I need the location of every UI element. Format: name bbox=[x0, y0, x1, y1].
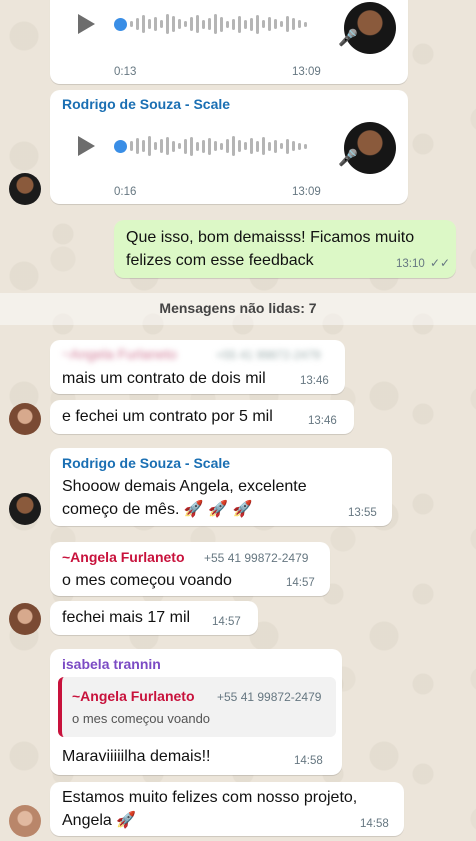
message-text: mais um contrato de dois mil bbox=[62, 370, 266, 387]
message-text: Shooow demais Angela, excelente bbox=[62, 478, 307, 495]
rodrigo-avatar[interactable] bbox=[9, 493, 41, 525]
sender-name[interactable]: ~Angela Furlaneto bbox=[62, 346, 177, 362]
incoming-message[interactable]: Rodrigo de Souza - Scale Shooow demais A… bbox=[50, 448, 392, 526]
isabela-avatar[interactable] bbox=[9, 805, 41, 837]
message-text: Que isso, bom demaisss! Ficamos muito bbox=[126, 229, 415, 246]
sender-name[interactable]: Rodrigo de Souza - Scale bbox=[62, 455, 230, 471]
message-text: Estamos muito felizes com nosso projeto, bbox=[62, 789, 358, 806]
message-time: 13:09 bbox=[292, 66, 321, 78]
mic-icon: 🎤 bbox=[338, 30, 358, 47]
incoming-message[interactable]: Estamos muito felizes com nosso projeto,… bbox=[50, 782, 404, 836]
message-time: 13:09 bbox=[292, 186, 321, 198]
rodrigo-avatar[interactable] bbox=[9, 173, 41, 205]
message-text: o mes começou voando bbox=[62, 572, 232, 589]
audio-progress-dot[interactable] bbox=[114, 140, 127, 153]
incoming-message[interactable]: ~Angela Furlaneto +55 41 99872-2479 o me… bbox=[50, 542, 330, 596]
audio-duration: 0:16 bbox=[114, 186, 137, 198]
unread-label: Mensagens não lidas: 7 bbox=[159, 300, 317, 316]
message-text: e fechei um contrato por 5 mil bbox=[62, 408, 273, 425]
message-time: 13:46 bbox=[308, 415, 337, 427]
incoming-message[interactable]: isabela trannin ~Angela Furlaneto +55 41… bbox=[50, 649, 342, 775]
incoming-message[interactable]: fechei mais 17 mil 14:57 bbox=[50, 601, 258, 635]
audio-message-2[interactable]: Rodrigo de Souza - Scale 0:16 13:09 🎤 bbox=[50, 90, 408, 204]
incoming-message[interactable]: ~Angela Furlaneto +55 41 99872-2479 mais… bbox=[50, 340, 345, 394]
quote-sender-phone: +55 41 99872-2479 bbox=[217, 690, 322, 704]
message-text: Maraviiiiilha demais!! bbox=[62, 748, 211, 765]
sender-name[interactable]: Rodrigo de Souza - Scale bbox=[62, 96, 230, 112]
audio-waveform[interactable] bbox=[130, 12, 307, 36]
play-icon[interactable] bbox=[78, 136, 95, 156]
message-time: 14:57 bbox=[286, 577, 315, 589]
message-time: 14:57 bbox=[212, 616, 241, 628]
quoted-message[interactable]: ~Angela Furlaneto +55 41 99872-2479 o me… bbox=[58, 677, 336, 737]
message-text: começo de mês. 🚀 🚀 🚀 bbox=[62, 501, 253, 518]
sender-phone: +55 41 99872-2479 bbox=[216, 348, 321, 362]
audio-waveform[interactable] bbox=[130, 134, 307, 158]
double-check-icon: ✓✓ bbox=[430, 256, 451, 270]
sender-phone: +55 41 99872-2479 bbox=[204, 551, 309, 565]
sender-name[interactable]: isabela trannin bbox=[62, 656, 161, 672]
audio-progress-dot[interactable] bbox=[114, 18, 127, 31]
outgoing-message[interactable]: Que isso, bom demaisss! Ficamos muito fe… bbox=[114, 220, 456, 278]
angela-avatar[interactable] bbox=[9, 603, 41, 635]
message-text: felizes com esse feedback bbox=[126, 252, 314, 269]
message-text: Angela 🚀 bbox=[62, 812, 137, 829]
mic-icon: 🎤 bbox=[338, 150, 358, 167]
angela-avatar[interactable] bbox=[9, 403, 41, 435]
incoming-message[interactable]: e fechei um contrato por 5 mil 13:46 bbox=[50, 400, 354, 434]
audio-message-1[interactable]: 0:13 13:09 🎤 bbox=[50, 0, 408, 84]
message-time: 13:46 bbox=[300, 375, 329, 387]
message-time: 13:10 bbox=[396, 258, 425, 270]
quote-text: o mes começou voando bbox=[72, 711, 211, 726]
audio-duration: 0:13 bbox=[114, 66, 137, 78]
sender-name[interactable]: ~Angela Furlaneto bbox=[62, 549, 185, 565]
play-icon[interactable] bbox=[78, 14, 95, 34]
message-time: 14:58 bbox=[294, 755, 323, 767]
message-time: 14:58 bbox=[360, 818, 389, 830]
message-time: 13:55 bbox=[348, 507, 377, 519]
message-text: fechei mais 17 mil bbox=[62, 609, 191, 626]
quote-sender-name: ~Angela Furlaneto bbox=[72, 688, 195, 704]
